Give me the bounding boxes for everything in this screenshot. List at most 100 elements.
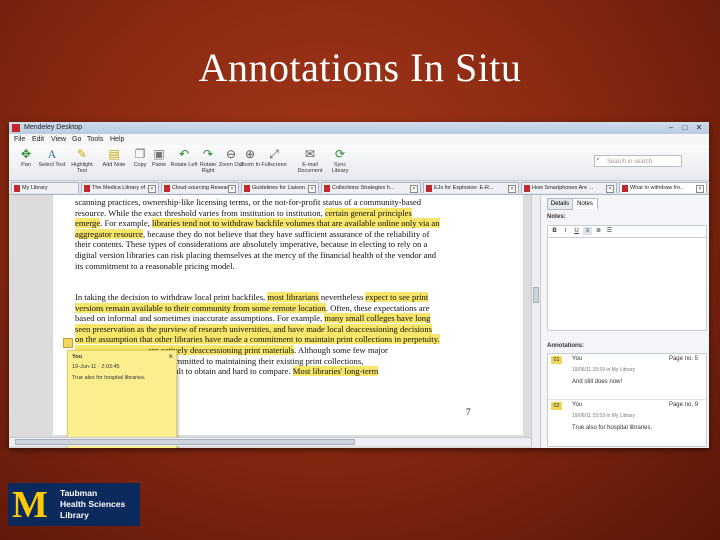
minimize-button[interactable]: – xyxy=(665,123,677,132)
tab-document-4[interactable]: Collections Strategies h... × xyxy=(321,182,421,193)
logo-line: Library xyxy=(60,510,89,520)
library-icon xyxy=(14,185,20,192)
align-right-button[interactable]: ☰ xyxy=(605,227,614,235)
menu-help[interactable]: Help xyxy=(110,136,124,143)
side-panel: Details Notes Notes: B I U ≡ ≣ ☰ Annotat… xyxy=(540,195,709,448)
annotation-page: Page no. 9 xyxy=(668,402,698,408)
tab-document-5[interactable]: EJs for Explosion: E-R... × xyxy=(423,182,519,193)
close-tab-icon[interactable]: × xyxy=(148,185,156,193)
document-viewer[interactable]: scanning practices, ownership-like licen… xyxy=(9,195,531,448)
note-text[interactable]: True also for hospital libraries. xyxy=(72,375,145,381)
mendeley-window: Mendeley Desktop – □ ✕ File Edit View Go… xyxy=(9,122,709,448)
annotation-item[interactable]: 01 You Page no. 5 19/06/11 15:59 in My L… xyxy=(548,354,706,400)
logo-text: Taubman Health Sciences Library xyxy=(60,488,125,521)
highlight[interactable]: libraries tend not to withdraw backfile … xyxy=(151,218,440,229)
annotation-item[interactable]: 02 You Page no. 9 19/06/11 15:53 in My L… xyxy=(548,400,706,446)
highlight[interactable]: aggregator resource xyxy=(75,228,143,239)
annotation-number: 01 xyxy=(551,356,562,364)
highlight[interactable]: many small colleges have long xyxy=(324,313,431,324)
text-span: . For example, xyxy=(100,218,152,229)
menu-go[interactable]: Go xyxy=(72,136,81,143)
annotation-author: You xyxy=(572,356,583,362)
pdf-icon xyxy=(164,185,170,192)
tab-document-3[interactable]: Guidelines for Liaison ... × xyxy=(241,182,319,193)
sticky-note-popup[interactable]: You × 19-Jun-11 · 2:03:45 True also for … xyxy=(67,350,177,448)
text-span: resource. While the exact threshold vari… xyxy=(75,207,325,218)
email-document-button[interactable]: ✉ E-mail Document xyxy=(295,147,325,179)
tab-document-1[interactable]: The Medica Library of ... × xyxy=(81,182,159,193)
rotate-left-icon: ↶ xyxy=(178,147,190,161)
window-title: Mendeley Desktop xyxy=(24,124,82,131)
underline-button[interactable]: U xyxy=(572,227,581,235)
tab-label: My Library xyxy=(22,185,48,191)
highlight[interactable]: expect to see print xyxy=(365,292,429,302)
close-tab-icon[interactable]: × xyxy=(410,185,418,193)
highlight[interactable]: Most libraries' long-term xyxy=(292,366,379,377)
block-m-logo: M xyxy=(12,484,48,526)
menu-file[interactable]: File xyxy=(14,136,25,143)
fullscreen-button[interactable]: ⤢ Fullscreen xyxy=(259,147,289,179)
pdf-icon xyxy=(84,185,90,192)
maximize-button[interactable]: □ xyxy=(679,123,691,132)
menu-edit[interactable]: Edit xyxy=(32,136,44,143)
text-span: digital version libraries can risk placi… xyxy=(75,249,437,260)
close-window-button[interactable]: ✕ xyxy=(693,123,705,132)
tab-label: Guidelines for Liaison ... xyxy=(252,185,312,191)
text-line: its commitment to a reasonable pricing m… xyxy=(75,261,440,272)
horizontal-scrollbar[interactable] xyxy=(9,437,531,446)
highlight[interactable]: certain general principles xyxy=(324,207,412,218)
highlight[interactable]: seen preservation as the purview of rese… xyxy=(75,323,432,334)
vertical-scrollbar[interactable] xyxy=(531,195,540,448)
close-tab-icon[interactable]: × xyxy=(228,185,236,193)
note-icon: ▤ xyxy=(108,147,120,161)
close-tab-icon[interactable]: × xyxy=(696,185,704,193)
tab-document-2[interactable]: Cloud-sourcing Resear... × xyxy=(161,182,239,193)
text-line: scanning practices, ownership-like licen… xyxy=(75,197,440,208)
tool-label: Zoom In xyxy=(239,162,261,168)
tab-document-6[interactable]: How Smartphones Are ... × xyxy=(521,182,617,193)
title-bar: Mendeley Desktop – □ ✕ xyxy=(9,122,709,134)
close-tab-icon[interactable]: × xyxy=(606,185,614,193)
align-center-button[interactable]: ≣ xyxy=(594,227,603,235)
tab-label: Cloud-sourcing Resear... xyxy=(172,185,233,191)
close-tab-icon[interactable]: × xyxy=(308,185,316,193)
highlight[interactable]: most librarians xyxy=(267,292,319,302)
align-left-button[interactable]: ≡ xyxy=(583,227,592,235)
text-line: based on informal and sometimes inaccura… xyxy=(75,313,440,324)
close-note-icon[interactable]: × xyxy=(168,352,173,361)
document-tab-bar: My Library The Medica Library of ... × Cl… xyxy=(9,181,709,195)
annotation-timestamp: 19/06/11 15:59 in My Library xyxy=(572,367,636,373)
note-author: You xyxy=(72,354,82,360)
notes-editor[interactable] xyxy=(547,237,707,331)
scrollbar-thumb[interactable] xyxy=(533,287,539,303)
search-input[interactable]: Search in search xyxy=(594,155,682,167)
highlight[interactable]: emerge xyxy=(75,218,101,229)
sticky-note-marker[interactable] xyxy=(63,338,73,348)
bold-button[interactable]: B xyxy=(550,227,559,235)
highlight[interactable]: on the assumption that other libraries h… xyxy=(75,334,440,345)
tab-document-7[interactable]: What to withdraw fro... × xyxy=(619,182,707,193)
taubman-library-logo: M Taubman Health Sciences Library xyxy=(8,483,140,526)
highlight[interactable]: versions remain available to their commu… xyxy=(75,302,326,313)
logo-line: Health Sciences xyxy=(60,499,126,509)
tool-label: E-mail Document xyxy=(297,162,323,174)
menu-view[interactable]: View xyxy=(51,136,66,143)
highlighter-icon: ✎ xyxy=(76,147,88,161)
text-span: nevertheless xyxy=(318,292,366,302)
tab-notes[interactable]: Notes xyxy=(572,198,598,209)
text-select-icon: A xyxy=(47,147,57,161)
italic-button[interactable]: I xyxy=(561,227,570,235)
tab-details[interactable]: Details xyxy=(547,198,573,210)
text-span: In taking the decision to withdraw local… xyxy=(75,292,268,302)
select-text-button[interactable]: A Select Text xyxy=(37,147,67,179)
pdf-icon xyxy=(622,185,628,192)
tab-my-library[interactable]: My Library xyxy=(11,182,79,193)
paragraph-1: scanning practices, ownership-like licen… xyxy=(75,197,440,271)
tool-label: Paste xyxy=(151,162,167,168)
text-line: aggregator resource, because they do not… xyxy=(75,228,440,240)
sync-library-button[interactable]: ⟳ Sync Library xyxy=(325,147,355,179)
scrollbar-thumb[interactable] xyxy=(15,439,355,445)
close-tab-icon[interactable]: × xyxy=(508,185,516,193)
highlight-text-button[interactable]: ✎ Highlight Text xyxy=(67,147,97,179)
menu-tools[interactable]: Tools xyxy=(87,136,103,143)
